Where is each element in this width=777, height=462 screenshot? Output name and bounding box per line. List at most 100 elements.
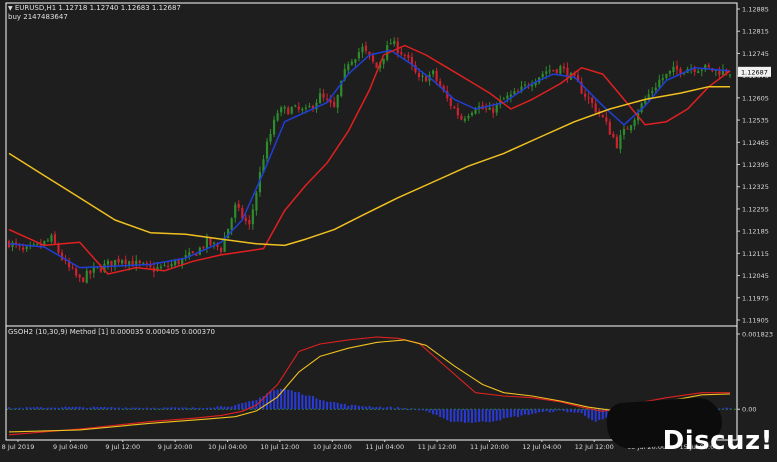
histogram-bar [106,407,109,410]
histogram-bar [403,407,406,410]
indicator-tick-label: 0.001823 [742,331,773,339]
symbol-header: ▼ EURUSD,H1 1.12718 1.12740 1.12683 1.12… [8,4,181,13]
histogram-bar [64,406,67,410]
candle-body [92,267,95,273]
histogram-bar [463,409,466,423]
main-price-panel[interactable] [7,37,732,284]
candle-body [421,75,424,78]
candle-body [654,87,657,91]
histogram-bar [138,407,141,410]
candle-body [651,91,654,93]
histogram-bar [128,408,131,410]
candle-body [626,128,629,130]
candle-body [166,265,170,267]
histogram-bar [428,409,431,413]
histogram-bar [357,405,360,410]
triangle-down-icon[interactable]: ▼ [8,5,13,12]
histogram-bar [729,408,731,410]
histogram-bar [481,409,484,422]
current-price-label: 1.12687 [741,68,768,76]
histogram-bar [297,392,300,410]
candle-body [435,70,438,81]
histogram-bar [202,408,205,410]
histogram-bar [552,409,555,413]
histogram-bar [573,409,576,413]
candle-body [697,71,700,73]
candle-body [555,69,558,73]
histogram-bar [559,409,562,411]
candle-body [43,240,46,245]
histogram-bar [195,408,198,410]
candle-body [375,62,378,68]
candle-body [467,116,470,119]
histogram-bar [99,406,102,410]
candle-body [562,66,565,69]
histogram-bar [234,405,237,410]
y-tick-label: 1.12465 [742,139,769,147]
histogram-bar [212,407,215,410]
y-tick-label: 1.11905 [742,317,769,325]
histogram-bar [241,403,244,410]
candle-body [294,105,297,107]
histogram-bar [453,409,456,422]
candle-body [707,65,710,68]
histogram-bar [506,409,509,418]
histogram-bar [159,408,162,410]
candle-body [456,107,459,116]
candle-body [424,76,428,82]
candle-body [350,61,353,65]
candle-body [647,94,650,99]
candle-body [301,108,304,111]
histogram-bar [311,396,314,410]
histogram-bar [354,404,357,410]
candle-body [693,68,696,72]
histogram-bar [495,409,498,421]
candle-body [541,73,544,78]
histogram-bar [191,407,194,410]
histogram-bar [205,407,208,410]
histogram-bar [301,394,304,410]
x-tick-label: 11 Jul 12:00 [418,443,457,451]
main-frame [5,2,738,327]
histogram-bar [188,408,191,410]
y-tick-label: 1.12815 [742,28,769,36]
candle-body [460,115,463,120]
histogram-bar [209,407,212,410]
histogram-bar [372,407,375,410]
candle-body [559,66,562,74]
candle-body [255,192,258,211]
histogram-bar [407,409,410,411]
histogram-bar [333,402,336,410]
histogram-bar [322,400,325,410]
candle-body [163,265,166,267]
candle-body [718,70,721,76]
x-tick-label: 12 Jul 12:00 [575,443,614,451]
symbol-quote: EURUSD,H1 1.12718 1.12740 1.12683 1.1268… [14,4,181,12]
histogram-bar [425,409,428,412]
histogram-bar [110,406,113,410]
candle-body [138,261,141,264]
candle-body [290,107,293,114]
histogram-bar [92,406,95,410]
candle-body [251,209,254,225]
candle-body [591,97,594,104]
histogram-bar [53,407,56,410]
histogram-bar [513,409,516,417]
candle-body [675,65,679,70]
candle-body [117,258,120,263]
candle-body [57,244,60,253]
price-chart[interactable]: 1.128851.128151.127451.126751.126051.125… [0,0,777,462]
candle-body [608,121,611,135]
histogram-bar [569,409,572,413]
candle-body [492,108,495,113]
histogram-bar [57,407,60,410]
histogram-bar [386,407,389,410]
histogram-bar [474,409,477,423]
histogram-bar [566,409,569,413]
histogram-bar [478,409,481,422]
y-tick-label: 1.12255 [742,205,769,213]
histogram-bar [456,409,459,422]
histogram-bar [216,406,219,410]
histogram-bar [114,407,117,410]
x-tick-label: 10 Jul 12:00 [260,443,299,451]
